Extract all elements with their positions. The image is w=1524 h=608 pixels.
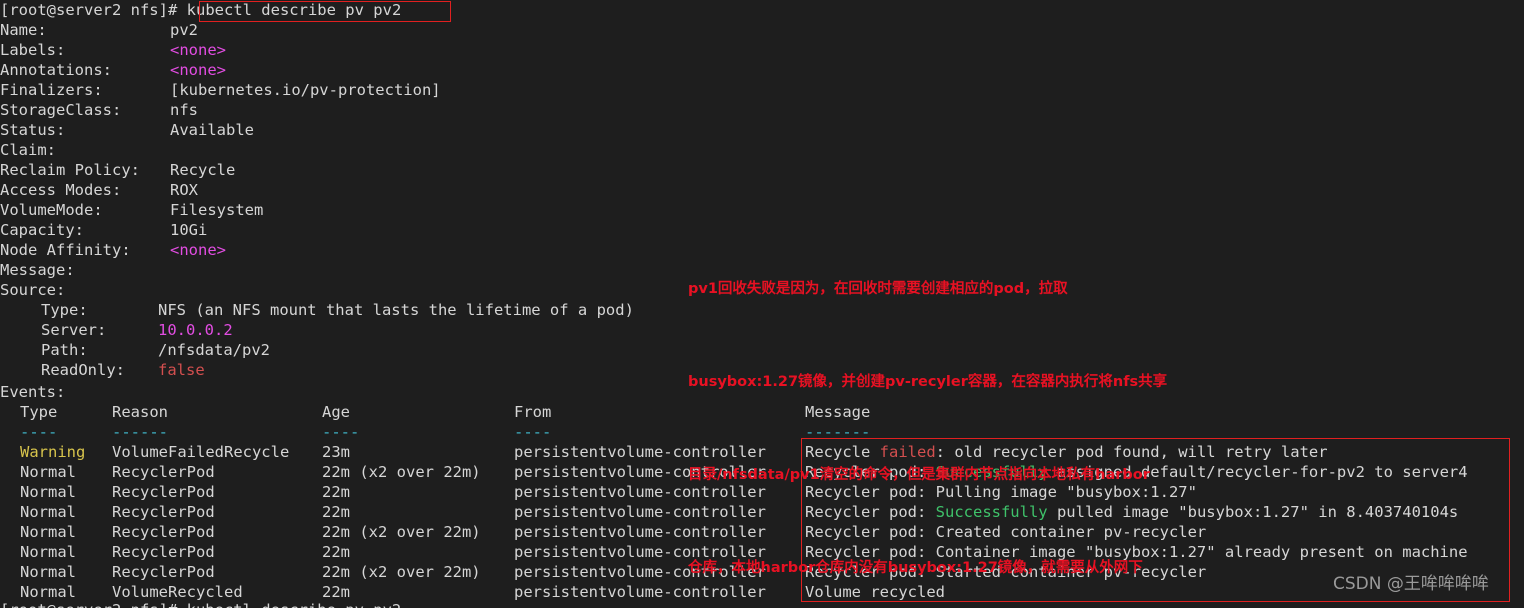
event-reason: RecyclerPod <box>112 463 215 481</box>
event-reason: RecyclerPod <box>112 523 215 541</box>
pv-source-value: /nfsdata/pv2 <box>158 341 270 359</box>
pv-field-label: Status: <box>0 121 66 139</box>
prompt-line: [root@server2 nfs]# kubectl describe pv … <box>0 0 401 20</box>
next-prompt-line: [root@server2 nfs]# kubectl describe pv … <box>0 600 401 608</box>
event-reason: RecyclerPod <box>112 543 215 561</box>
typed-command[interactable]: kubectl describe pv pv2 <box>187 1 402 19</box>
pv-field-label: Source: <box>0 281 66 299</box>
pv-source-value: false <box>158 361 205 379</box>
event-reason: RecyclerPod <box>112 483 215 501</box>
event-age: 22m <box>322 583 350 601</box>
pv-source-label: Type: <box>41 301 88 319</box>
events-label: Events: <box>0 383 66 401</box>
event-reason: RecyclerPod <box>112 563 215 581</box>
pv-field-value: ROX <box>170 181 198 199</box>
pv-field-label: Capacity: <box>0 221 84 239</box>
terminal-screen: [root@server2 nfs]# kubectl describe pv … <box>0 0 1524 608</box>
pv-field-value: Available <box>170 121 254 139</box>
events-column-rule: ---- <box>20 423 58 441</box>
event-reason: VolumeFailedRecycle <box>112 443 290 461</box>
annotation-note: pv1回收失败是因为，在回收时需要创建相应的pod，拉取 busybox:1.2… <box>688 212 1167 608</box>
events-column-rule: ---- <box>322 423 360 441</box>
pv-field-label: StorageClass: <box>0 101 122 119</box>
pv-field-label: Message: <box>0 261 75 279</box>
pv-field-value: pv2 <box>170 21 198 39</box>
pv-field-value: <none> <box>170 41 226 59</box>
event-type: Normal <box>20 543 76 561</box>
pv-source-value: NFS (an NFS mount that lasts the lifetim… <box>158 301 634 319</box>
event-type: Normal <box>20 503 76 521</box>
event-type: Normal <box>20 563 76 581</box>
event-age: 22m (x2 over 22m) <box>322 463 481 481</box>
pv-field-label: Reclaim Policy: <box>0 161 140 179</box>
event-age: 22m <box>322 503 350 521</box>
pv-field-value: <none> <box>170 61 226 79</box>
events-column-header: Reason <box>112 403 168 421</box>
pv-source-value: 10.0.0.2 <box>158 321 233 339</box>
event-age: 22m <box>322 543 350 561</box>
pv-source-label: Path: <box>41 341 88 359</box>
event-type: Normal <box>20 483 76 501</box>
annotation-line: 目录/nfsdata/pv1清空的命令，但是集群内节点指向本地私有harbor <box>688 467 1150 483</box>
pv-field-label: Finalizers: <box>0 81 103 99</box>
events-column-rule: ------ <box>112 423 168 441</box>
event-age: 22m <box>322 483 350 501</box>
csdn-watermark: CSDN @王哞哞哞哞 <box>1333 574 1489 594</box>
next-prompt: [root@server2 nfs]# kubectl describe pv … <box>0 601 401 608</box>
annotation-line: busybox:1.27镜像，并创建pv-recyler容器，在容器内执行将nf… <box>688 374 1168 390</box>
event-age: 23m <box>322 443 350 461</box>
event-type: Normal <box>20 523 76 541</box>
pv-field-value: <none> <box>170 241 226 259</box>
event-type: Warning <box>20 443 86 461</box>
pv-source-label: ReadOnly: <box>41 361 125 379</box>
annotation-line: 仓库，本地harbor仓库内没有busybox:1.27镜像，就需要从外网下 <box>688 560 1143 576</box>
pv-field-value: 10Gi <box>170 221 208 239</box>
pv-field-label: Labels: <box>0 41 66 59</box>
events-column-rule: ---- <box>514 423 552 441</box>
event-reason: RecyclerPod <box>112 503 215 521</box>
pv-field-label: Name: <box>0 21 47 39</box>
event-reason: VolumeRecycled <box>112 583 243 601</box>
pv-field-label: Node Affinity: <box>0 241 131 259</box>
pv-field-label: Annotations: <box>0 61 112 79</box>
events-column-header: Type <box>20 403 58 421</box>
pv-field-value: nfs <box>170 101 198 119</box>
events-column-header: Age <box>322 403 350 421</box>
pv-field-label: Claim: <box>0 141 56 159</box>
pv-field-value: Filesystem <box>170 201 264 219</box>
pv-field-value: Recycle <box>170 161 236 179</box>
event-age: 22m (x2 over 22m) <box>322 563 481 581</box>
shell-prompt: [root@server2 nfs]# <box>0 1 178 19</box>
event-age: 22m (x2 over 22m) <box>322 523 481 541</box>
event-type: Normal <box>20 583 76 601</box>
pv-field-label: Access Modes: <box>0 181 122 199</box>
pv-source-label: Server: <box>41 321 107 339</box>
events-column-header: From <box>514 403 552 421</box>
event-type: Normal <box>20 463 76 481</box>
annotation-line: pv1回收失败是因为，在回收时需要创建相应的pod，拉取 <box>688 281 1068 297</box>
pv-field-label: VolumeMode: <box>0 201 103 219</box>
pv-field-value: [kubernetes.io/pv-protection] <box>170 81 441 99</box>
